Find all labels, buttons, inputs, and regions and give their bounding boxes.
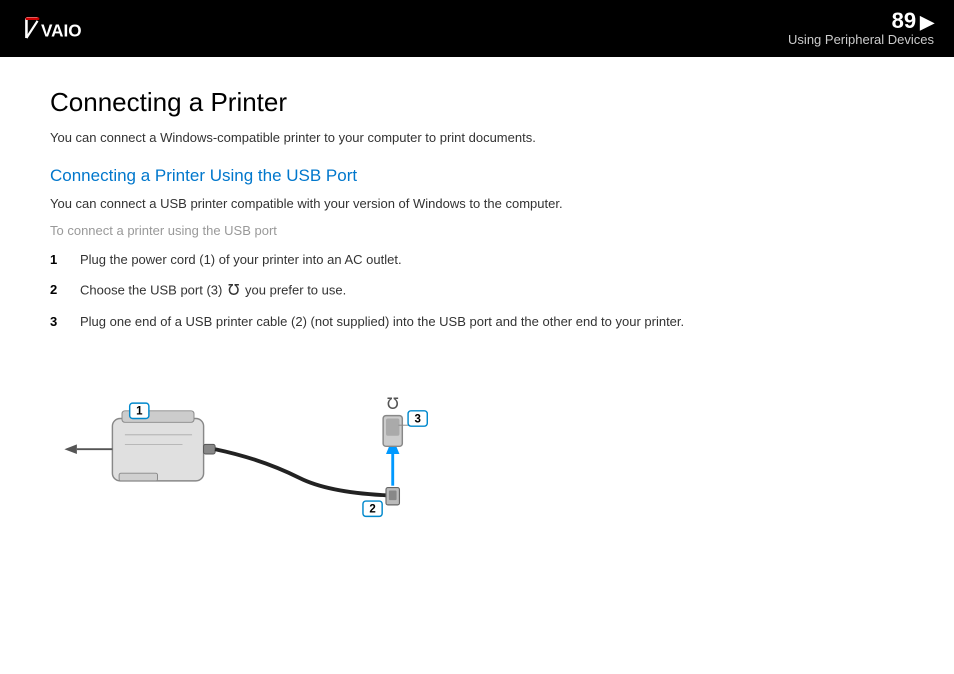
diagram: 1 2 ℧ 3: [50, 352, 904, 552]
step-item: 1 Plug the power cord (1) of your printe…: [50, 250, 904, 270]
main-content: Connecting a Printer You can connect a W…: [0, 57, 954, 572]
svg-text:2: 2: [369, 503, 375, 515]
svg-text:VAIO: VAIO: [41, 20, 82, 40]
step-number: 1: [50, 250, 72, 270]
step-number: 2: [50, 280, 72, 300]
sub-heading: To connect a printer using the USB port: [50, 223, 904, 238]
connection-diagram: 1 2 ℧ 3: [50, 352, 530, 532]
usb-icon: ℧: [228, 280, 239, 303]
header: VAIO 89▶ Using Peripheral Devices: [0, 0, 954, 57]
step-item: 2 Choose the USB port (3) ℧ you prefer t…: [50, 280, 904, 303]
svg-text:℧: ℧: [387, 395, 399, 412]
steps-list: 1 Plug the power cord (1) of your printe…: [50, 250, 904, 332]
section-heading: Connecting a Printer Using the USB Port: [50, 166, 904, 186]
step-text: Choose the USB port (3) ℧ you prefer to …: [80, 280, 904, 303]
step-text: Plug one end of a USB printer cable (2) …: [80, 312, 904, 332]
page-title: Connecting a Printer: [50, 87, 904, 118]
arrow-icon: ▶: [920, 12, 934, 32]
section-intro-text: You can connect a USB printer compatible…: [50, 194, 904, 214]
section-title-header: Using Peripheral Devices: [788, 32, 934, 47]
page-number: 89▶: [788, 10, 934, 32]
svg-text:3: 3: [414, 413, 420, 425]
svg-text:1: 1: [136, 405, 143, 417]
intro-paragraph: You can connect a Windows-compatible pri…: [50, 128, 904, 148]
step-item: 3 Plug one end of a USB printer cable (2…: [50, 312, 904, 332]
header-info: 89▶ Using Peripheral Devices: [788, 10, 934, 47]
vaio-logo: VAIO: [20, 14, 110, 44]
step-number: 3: [50, 312, 72, 332]
step-text: Plug the power cord (1) of your printer …: [80, 250, 904, 270]
